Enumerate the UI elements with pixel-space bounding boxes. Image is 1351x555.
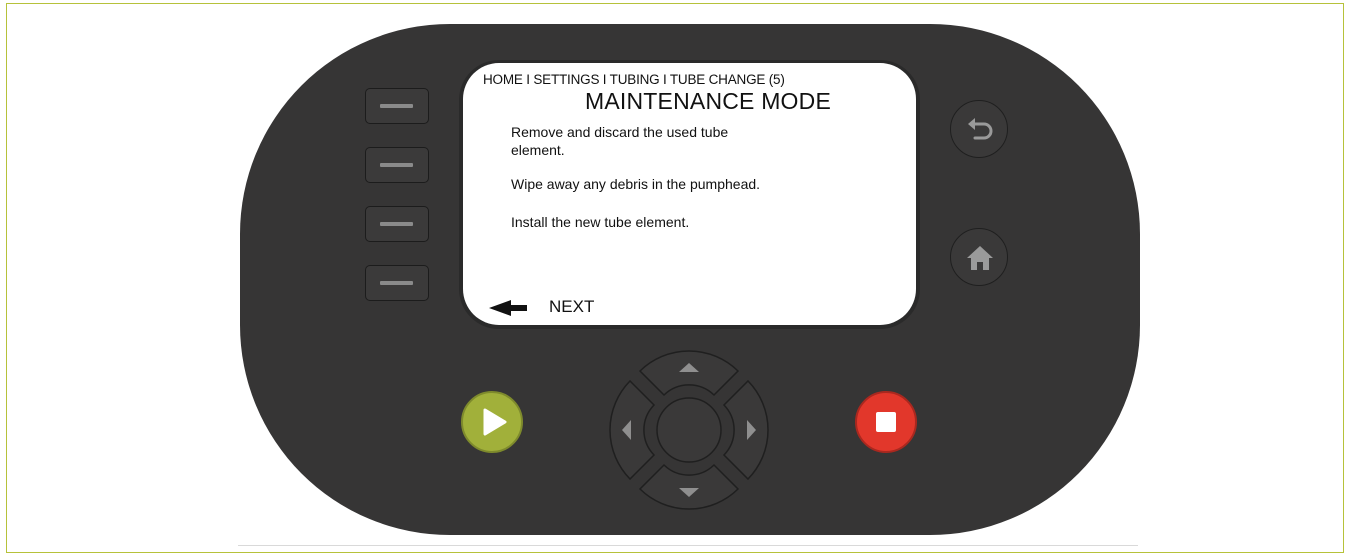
instruction-wipe-debris: Wipe away any debris in the pumphead. [511, 176, 761, 192]
back-button[interactable] [950, 100, 1008, 158]
direction-pad [609, 350, 769, 510]
soft-key-2[interactable] [365, 147, 429, 183]
dpad-up-button[interactable] [638, 350, 740, 397]
dpad-right-button[interactable] [722, 379, 769, 481]
display-screen: HOME I SETTINGS I TUBING I TUBE CHANGE (… [463, 63, 916, 325]
home-button[interactable] [950, 228, 1008, 286]
play-icon [483, 408, 507, 436]
start-button[interactable] [461, 391, 523, 453]
dpad-center-button[interactable] [656, 397, 722, 463]
soft-key-bar [380, 222, 413, 226]
breadcrumb: HOME I SETTINGS I TUBING I TUBE CHANGE (… [483, 72, 785, 87]
base-line [238, 545, 1138, 546]
stop-icon [876, 412, 896, 432]
soft-key-1[interactable] [365, 88, 429, 124]
left-arrow-icon [489, 300, 527, 316]
back-arrow-icon [968, 118, 993, 140]
soft-key-bar [380, 281, 413, 285]
dpad-down-button[interactable] [638, 463, 740, 510]
home-icon [967, 246, 993, 270]
soft-key-3[interactable] [365, 206, 429, 242]
page-title: MAINTENANCE MODE [585, 88, 831, 114]
soft-key-4[interactable] [365, 265, 429, 301]
dpad-left-button[interactable] [609, 379, 656, 481]
soft-key-bar [380, 104, 413, 108]
instruction-install-tube: Install the new tube element. [511, 214, 690, 230]
instruction-remove-tube: Remove and discard the used tube element… [511, 124, 729, 158]
stop-button[interactable] [855, 391, 917, 453]
next-label: NEXT [549, 297, 595, 316]
soft-key-bar [380, 163, 413, 167]
